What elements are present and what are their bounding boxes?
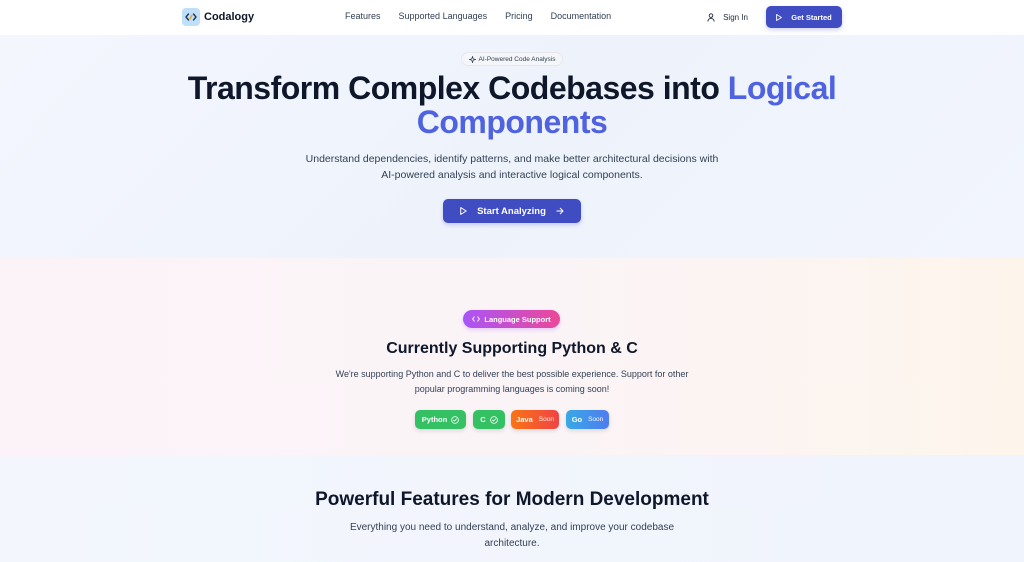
language-support-section: Language Support Currently Supporting Py…	[0, 258, 1024, 455]
hero-title-main: Transform Complex Codebases into	[187, 70, 720, 106]
play-icon	[460, 207, 467, 215]
code-icon	[472, 316, 481, 322]
nav-links: Features Supported Languages Pricing Doc…	[345, 11, 629, 21]
ai-badge: AI-Powered Code Analysis	[461, 52, 563, 66]
nav-link-pricing[interactable]: Pricing	[505, 11, 533, 21]
soon-label: Soon	[588, 416, 604, 423]
nav-link-supported-languages[interactable]: Supported Languages	[399, 11, 488, 21]
nav-actions: Sign In Get Started	[707, 6, 842, 28]
check-circle-icon	[489, 415, 498, 424]
language-support-title: Currently Supporting Python & C	[386, 340, 638, 357]
hero-title-accent-1: Logical	[727, 70, 837, 106]
language-pill-c: C	[473, 410, 505, 429]
hero-title-accent-2: Components	[416, 104, 608, 140]
sign-in-label: Sign In	[723, 12, 748, 22]
language-support-badge: Language Support	[463, 310, 560, 328]
user-icon	[707, 12, 715, 22]
start-analyzing-label: Start Analyzing	[477, 205, 546, 217]
hero-section: AI-Powered Code Analysis Transform Compl…	[0, 35, 1024, 258]
language-support-label: Language Support	[484, 314, 551, 324]
language-pill-name: Java	[516, 415, 533, 424]
brand-name: Codalogy	[204, 11, 255, 23]
play-icon	[776, 13, 783, 21]
features-section: Powerful Features for Modern Development…	[0, 455, 1024, 562]
language-pill-python: Python	[415, 410, 466, 429]
language-support-subtitle: We're supporting Python and C to deliver…	[335, 369, 689, 394]
language-pill-name: Python	[421, 415, 448, 424]
brand-logo[interactable]: Codalogy	[182, 8, 254, 26]
ai-badge-label: AI-Powered Code Analysis	[478, 55, 556, 63]
sign-in-button[interactable]: Sign In	[707, 13, 748, 22]
language-pill-java: Java Soon	[511, 410, 559, 429]
features-subtitle: Everything you need to understand, analy…	[349, 522, 675, 549]
soon-label: Soon	[538, 416, 554, 423]
code-icon	[182, 8, 200, 26]
nav-link-features[interactable]: Features	[345, 11, 381, 21]
nav-link-documentation[interactable]: Documentation	[551, 11, 612, 21]
hero-subtitle: Understand dependencies, identify patter…	[305, 153, 719, 181]
top-navbar: Codalogy Features Supported Languages Pr…	[0, 0, 1024, 36]
start-analyzing-button[interactable]: Start Analyzing	[443, 199, 581, 223]
check-circle-icon	[451, 415, 460, 424]
features-title: Powerful Features for Modern Development	[315, 489, 709, 510]
language-pill-name: Go	[571, 415, 583, 424]
hero-title: Transform Complex Codebases into Logical…	[0, 71, 1024, 139]
language-pill-go: Go Soon	[566, 410, 609, 429]
get-started-button[interactable]: Get Started	[766, 6, 842, 28]
get-started-label: Get Started	[791, 12, 832, 22]
language-pill-name: C	[480, 415, 486, 424]
arrow-right-icon	[556, 207, 564, 215]
sparkle-icon	[468, 55, 476, 63]
